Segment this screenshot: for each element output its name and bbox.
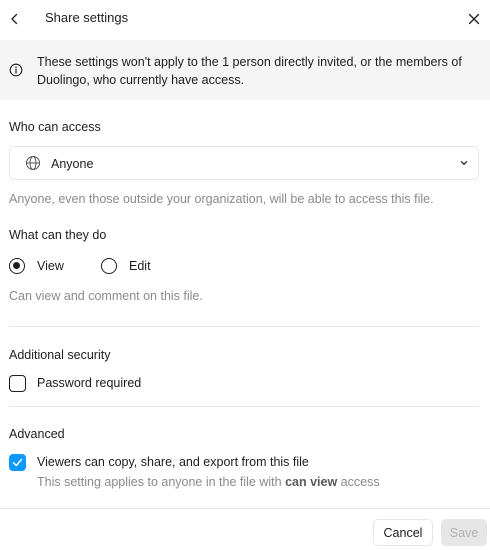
back-button[interactable] xyxy=(4,8,26,30)
access-notice-banner: These settings won't apply to the 1 pers… xyxy=(0,40,490,100)
advanced-helper-bold: can view xyxy=(285,475,338,489)
additional-security-label: Additional security xyxy=(9,348,111,362)
share-settings-dialog: Share settings These settings won't appl… xyxy=(0,0,490,550)
access-helper-text: Anyone, even those outside your organiza… xyxy=(9,192,434,206)
dialog-header: Share settings xyxy=(0,0,490,40)
radio-view-indicator xyxy=(9,258,25,274)
chevron-left-icon xyxy=(11,13,18,25)
advanced-label: Advanced xyxy=(9,427,65,441)
section-divider xyxy=(9,326,479,327)
radio-view-label: View xyxy=(37,259,64,273)
dialog-title: Share settings xyxy=(45,10,129,25)
access-select-value: Anyone xyxy=(51,157,94,171)
permission-helper-text: Can view and comment on this file. xyxy=(9,289,203,303)
save-button[interactable]: Save xyxy=(441,519,487,546)
radio-edit[interactable]: Edit xyxy=(101,257,151,275)
radio-edit-indicator xyxy=(101,258,117,274)
notice-text: These settings won't apply to the 1 pers… xyxy=(37,55,462,87)
close-button[interactable] xyxy=(463,8,485,30)
check-icon xyxy=(12,458,23,466)
password-required-checkbox[interactable]: Password required xyxy=(9,374,141,392)
info-icon xyxy=(9,63,23,77)
viewers-can-share-checkbox[interactable]: Viewers can copy, share, and export from… xyxy=(9,453,309,471)
globe-icon xyxy=(26,156,40,170)
advanced-helper-prefix: This setting applies to anyone in the fi… xyxy=(37,475,286,489)
chevron-down-icon xyxy=(460,161,468,165)
viewers-can-share-box xyxy=(9,453,26,471)
cancel-button[interactable]: Cancel xyxy=(373,519,433,546)
footer-divider xyxy=(0,508,490,509)
advanced-helper-text: This setting applies to anyone in the fi… xyxy=(37,474,380,490)
password-required-label: Password required xyxy=(37,376,142,390)
section-divider xyxy=(9,406,479,407)
radio-edit-label: Edit xyxy=(129,259,151,273)
radio-view[interactable]: View xyxy=(9,257,64,275)
who-can-access-label: Who can access xyxy=(9,120,101,134)
close-icon xyxy=(468,13,480,25)
password-required-box xyxy=(9,374,26,392)
viewers-can-share-label: Viewers can copy, share, and export from… xyxy=(37,455,309,469)
what-can-they-do-label: What can they do xyxy=(9,228,107,242)
advanced-helper-suffix: access xyxy=(337,475,380,489)
access-select[interactable]: Anyone xyxy=(9,146,479,180)
